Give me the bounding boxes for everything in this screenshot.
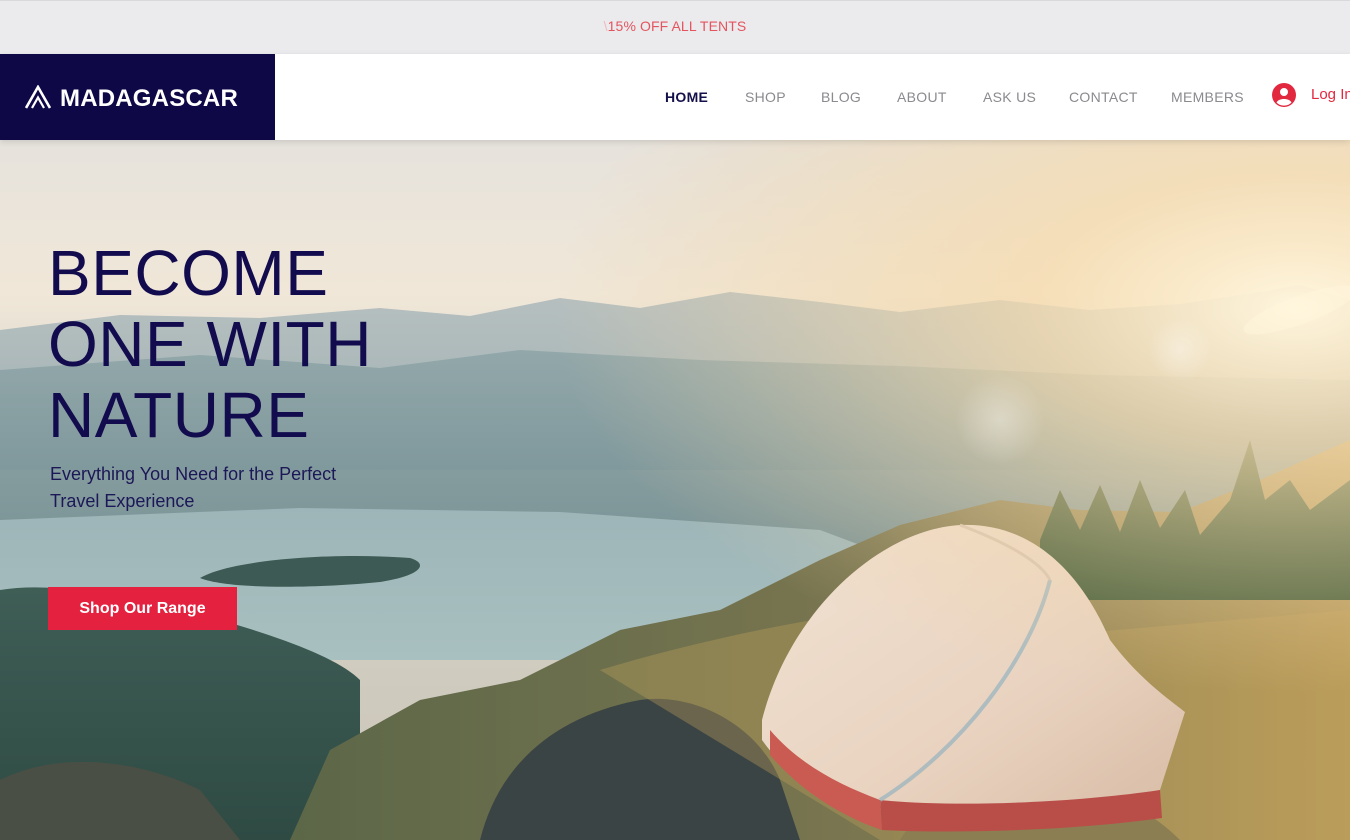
headline-line-1: BECOME [48, 237, 329, 309]
login-label: Log In [1311, 86, 1350, 103]
promo-banner-text[interactable]: \15% OFF ALL TENTS [0, 18, 1350, 34]
nav-blog[interactable]: BLOG [821, 89, 861, 105]
nav-about[interactable]: ABOUT [897, 89, 947, 105]
promo-text: 15% OFF ALL TENTS [607, 18, 747, 34]
nav-shop[interactable]: SHOP [745, 89, 786, 105]
logo[interactable]: MADAGASCAR [0, 54, 275, 140]
hero-headline: BECOME ONE WITH NATURE [48, 238, 372, 451]
user-avatar-icon [1272, 83, 1296, 107]
nav-contact[interactable]: CONTACT [1069, 89, 1138, 105]
hero-subheadline: Everything You Need for the Perfect Trav… [50, 464, 337, 511]
nav-members[interactable]: MEMBERS [1171, 89, 1244, 105]
headline-line-2: ONE WITH [48, 308, 372, 380]
mountain-peak-icon [25, 85, 51, 109]
nav-home[interactable]: HOME [665, 89, 708, 105]
hero-section: BECOME ONE WITH NATURE Everything You Ne… [0, 140, 1350, 840]
brand-name: MADAGASCAR [60, 85, 238, 112]
nav-ask-us[interactable]: ASK US [983, 89, 1036, 105]
headline-line-3: NATURE [48, 379, 310, 451]
shop-our-range-button[interactable]: Shop Our Range [48, 587, 237, 630]
site-header: MADAGASCAR HOME SHOP BLOG ABOUT ASK US C… [0, 54, 1350, 140]
announcement-bar: \15% OFF ALL TENTS [0, 0, 1350, 54]
